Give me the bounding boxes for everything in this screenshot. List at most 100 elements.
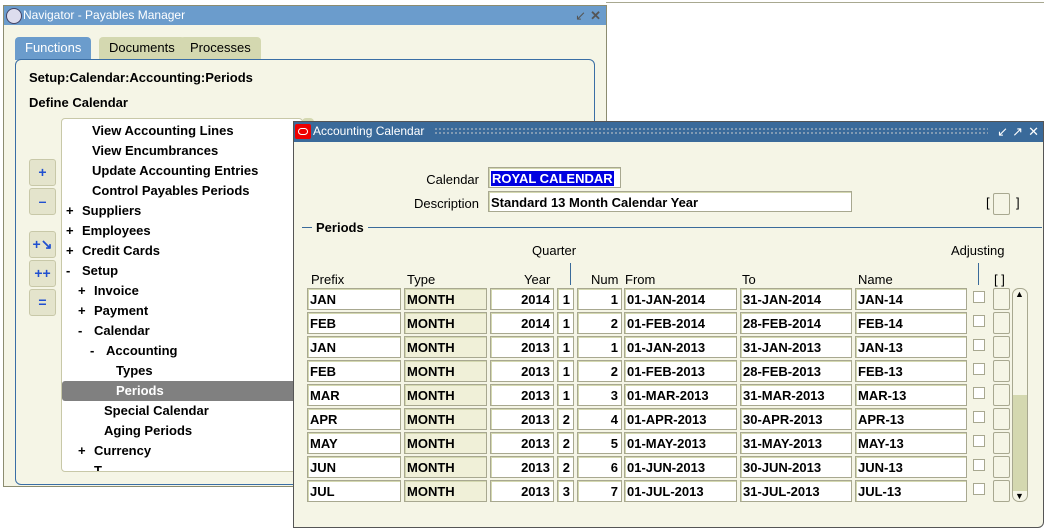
quarter-field[interactable]: 1: [557, 384, 574, 406]
row-dff-button[interactable]: [993, 360, 1010, 382]
tree-expander[interactable]: -: [66, 261, 70, 281]
tree-item[interactable]: + Employees: [62, 221, 302, 241]
adjusting-checkbox[interactable]: [973, 387, 985, 399]
scroll-down-icon[interactable]: ▼: [1015, 491, 1024, 501]
from-field[interactable]: 01-MAR-2013: [624, 384, 737, 406]
calendar-titlebar[interactable]: Accounting Calendar ↙ ↗ ✕: [294, 122, 1043, 142]
scrollbar-track[interactable]: [1013, 395, 1027, 491]
adjusting-checkbox[interactable]: [973, 483, 985, 495]
minimize-icon[interactable]: ↙: [575, 6, 586, 25]
tree-item[interactable]: + Payment: [62, 301, 302, 321]
quarter-field[interactable]: 2: [557, 456, 574, 478]
tree-item[interactable]: Special Calendar: [62, 401, 302, 421]
prefix-field[interactable]: FEB: [307, 360, 401, 382]
from-field[interactable]: 01-MAY-2013: [624, 432, 737, 454]
year-field[interactable]: 2013: [490, 408, 554, 430]
tree-item[interactable]: - Calendar: [62, 321, 302, 341]
minimize-icon[interactable]: ↙: [997, 122, 1008, 141]
to-field[interactable]: 28-FEB-2014: [740, 312, 852, 334]
num-field[interactable]: 4: [577, 408, 622, 430]
tree-item[interactable]: - Setup: [62, 261, 302, 281]
row-dff-button[interactable]: [993, 336, 1010, 358]
row-dff-button[interactable]: [993, 408, 1010, 430]
tree-item[interactable]: Control Payables Periods: [62, 181, 302, 201]
description-field[interactable]: Standard 13 Month Calendar Year: [488, 191, 852, 212]
num-field[interactable]: 2: [577, 312, 622, 334]
prefix-field[interactable]: JAN: [307, 336, 401, 358]
from-field[interactable]: 01-FEB-2014: [624, 312, 737, 334]
calendar-field[interactable]: ROYAL CALENDAR: [488, 167, 621, 188]
tree-item[interactable]: + Currency: [62, 441, 302, 461]
tab-functions[interactable]: Functions: [15, 37, 92, 60]
quarter-field[interactable]: 2: [557, 408, 574, 430]
to-field[interactable]: 31-JAN-2013: [740, 336, 852, 358]
maximize-icon[interactable]: ↗: [1012, 122, 1023, 141]
type-field[interactable]: MONTH: [404, 456, 487, 478]
close-icon[interactable]: ✕: [590, 6, 601, 25]
to-field[interactable]: 31-JUL-2013: [740, 480, 852, 502]
type-field[interactable]: MONTH: [404, 360, 487, 382]
tree-item[interactable]: Update Accounting Entries: [62, 161, 302, 181]
to-field[interactable]: 28-FEB-2013: [740, 360, 852, 382]
tree-expander[interactable]: +: [66, 221, 74, 241]
num-field[interactable]: 1: [577, 288, 622, 310]
tree-item[interactable]: + Invoice: [62, 281, 302, 301]
num-field[interactable]: 7: [577, 480, 622, 502]
tree-expander[interactable]: -: [78, 321, 82, 341]
expand-branch-button[interactable]: +↘: [29, 231, 56, 258]
name-field[interactable]: APR-13: [855, 408, 967, 430]
to-field[interactable]: 31-MAR-2013: [740, 384, 852, 406]
tree-expander[interactable]: +: [78, 441, 86, 461]
row-dff-button[interactable]: [993, 456, 1010, 478]
collapse-all-button[interactable]: =: [29, 289, 56, 316]
from-field[interactable]: 01-JUL-2013: [624, 480, 737, 502]
num-field[interactable]: 5: [577, 432, 622, 454]
tree-item[interactable]: View Encumbrances: [62, 141, 302, 161]
quarter-field[interactable]: 1: [557, 312, 574, 334]
to-field[interactable]: 30-APR-2013: [740, 408, 852, 430]
num-field[interactable]: 6: [577, 456, 622, 478]
type-field[interactable]: MONTH: [404, 336, 487, 358]
tab-processes[interactable]: Processes: [180, 37, 261, 59]
prefix-field[interactable]: MAY: [307, 432, 401, 454]
row-dff-button[interactable]: [993, 480, 1010, 502]
adjusting-checkbox[interactable]: [973, 435, 985, 447]
tree-item[interactable]: Aging Periods: [62, 421, 302, 441]
tree-expander[interactable]: -: [90, 341, 94, 361]
name-field[interactable]: MAY-13: [855, 432, 967, 454]
to-field[interactable]: 31-MAY-2013: [740, 432, 852, 454]
adjusting-checkbox[interactable]: [973, 411, 985, 423]
tree-expander[interactable]: +: [66, 201, 74, 221]
adjusting-checkbox[interactable]: [973, 363, 985, 375]
type-field[interactable]: MONTH: [404, 312, 487, 334]
quarter-field[interactable]: 1: [557, 336, 574, 358]
tree-item[interactable]: T...: [62, 461, 302, 471]
adjusting-checkbox[interactable]: [973, 291, 985, 303]
from-field[interactable]: 01-APR-2013: [624, 408, 737, 430]
prefix-field[interactable]: APR: [307, 408, 401, 430]
name-field[interactable]: FEB-13: [855, 360, 967, 382]
year-field[interactable]: 2013: [490, 384, 554, 406]
adjusting-checkbox[interactable]: [973, 339, 985, 351]
num-field[interactable]: 1: [577, 336, 622, 358]
year-field[interactable]: 2013: [490, 360, 554, 382]
name-field[interactable]: JUL-13: [855, 480, 967, 502]
tree-expander[interactable]: +: [78, 301, 86, 321]
tree-item[interactable]: Types: [62, 361, 302, 381]
year-field[interactable]: 2013: [490, 336, 554, 358]
collapse-button[interactable]: –: [29, 188, 56, 215]
num-field[interactable]: 2: [577, 360, 622, 382]
scroll-up-icon[interactable]: ▲: [1015, 289, 1024, 299]
year-field[interactable]: 2014: [490, 312, 554, 334]
quarter-field[interactable]: 3: [557, 480, 574, 502]
row-dff-button[interactable]: [993, 312, 1010, 334]
tree-item[interactable]: - Accounting: [62, 341, 302, 361]
name-field[interactable]: JAN-14: [855, 288, 967, 310]
type-field[interactable]: MONTH: [404, 432, 487, 454]
tree-item[interactable]: Periods: [62, 381, 302, 401]
year-field[interactable]: 2013: [490, 432, 554, 454]
type-field[interactable]: MONTH: [404, 288, 487, 310]
row-dff-button[interactable]: [993, 288, 1010, 310]
prefix-field[interactable]: JAN: [307, 288, 401, 310]
num-field[interactable]: 3: [577, 384, 622, 406]
